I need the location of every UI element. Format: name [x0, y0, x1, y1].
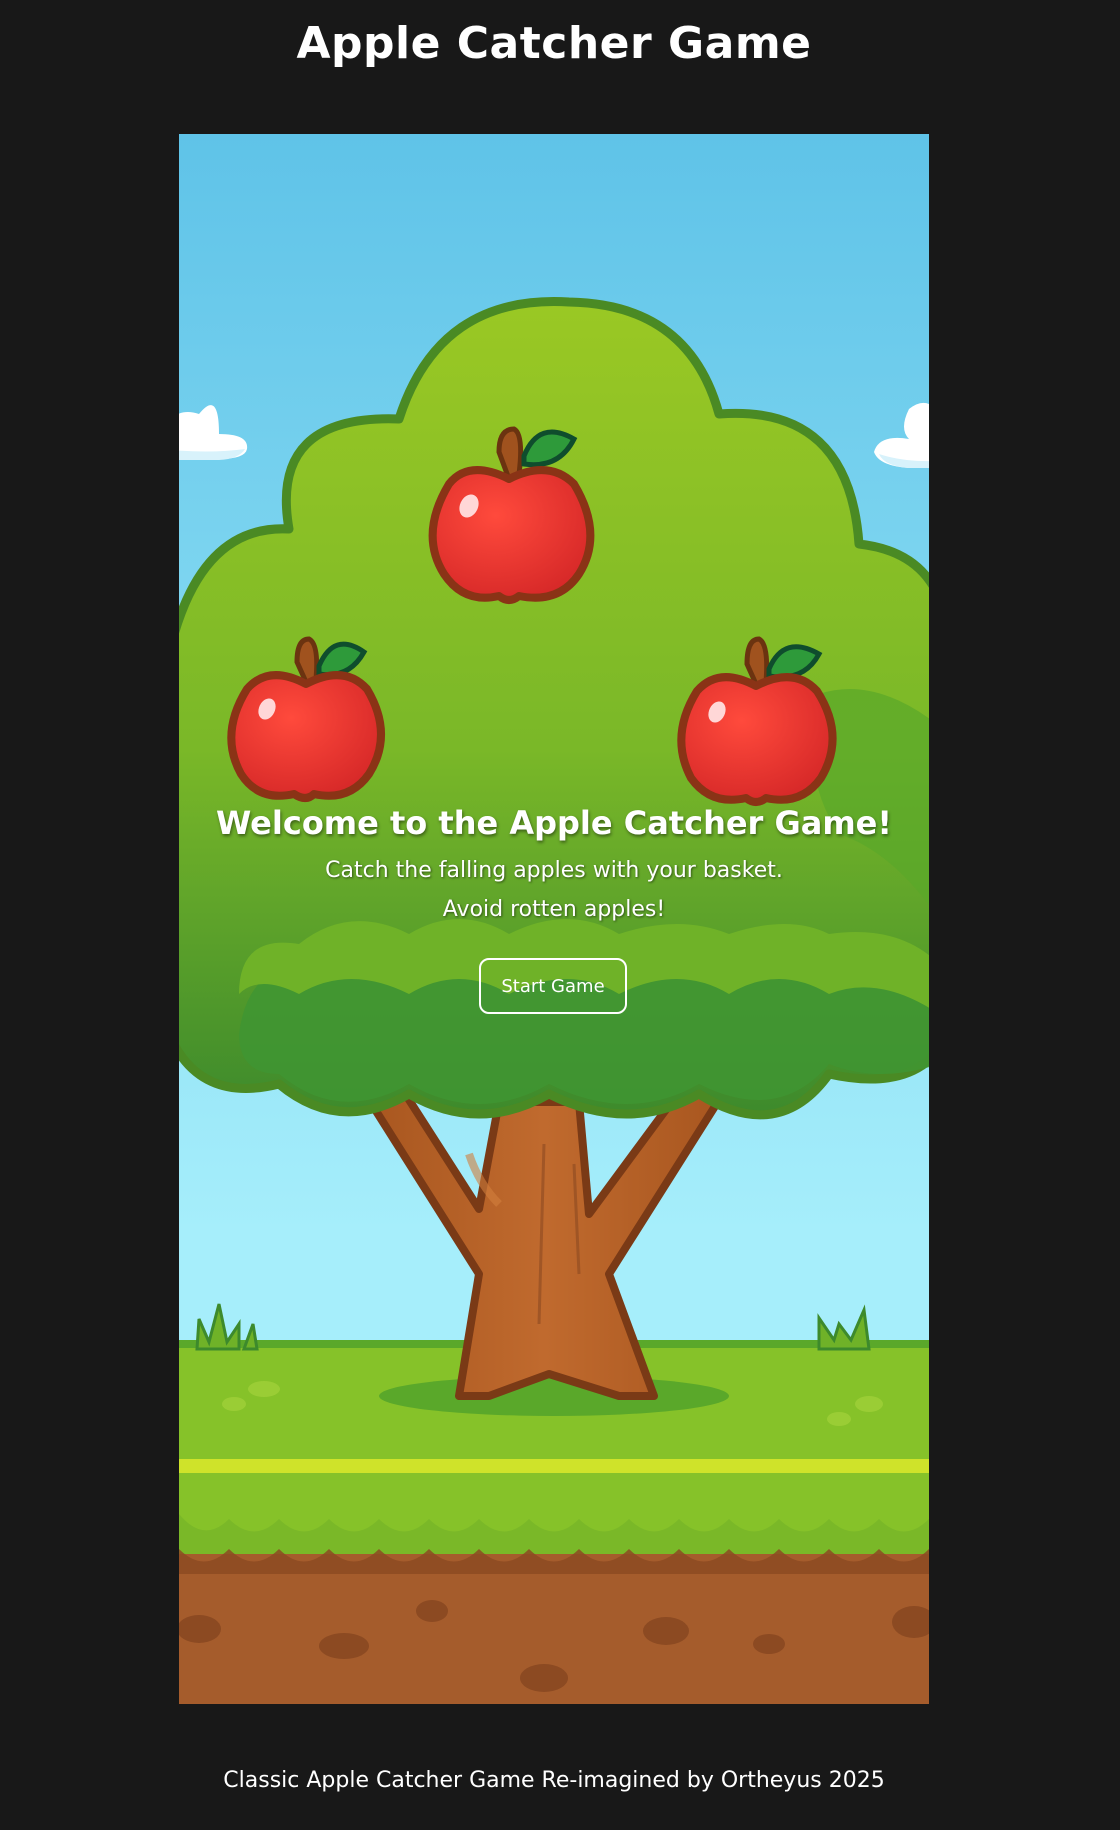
page-title: Apple Catcher Game — [296, 18, 812, 69]
instruction-line: Avoid rotten apples! — [442, 897, 666, 922]
start-game-button[interactable]: Start Game — [479, 958, 627, 1014]
instruction-line: Catch the falling apples with your baske… — [325, 858, 783, 883]
welcome-title: Welcome to the Apple Catcher Game! — [216, 804, 892, 842]
welcome-overlay: Welcome to the Apple Catcher Game! Catch… — [179, 134, 929, 1704]
footer-credit: Classic Apple Catcher Game Re-imagined b… — [223, 1768, 885, 1793]
game-canvas[interactable]: Welcome to the Apple Catcher Game! Catch… — [179, 134, 929, 1704]
